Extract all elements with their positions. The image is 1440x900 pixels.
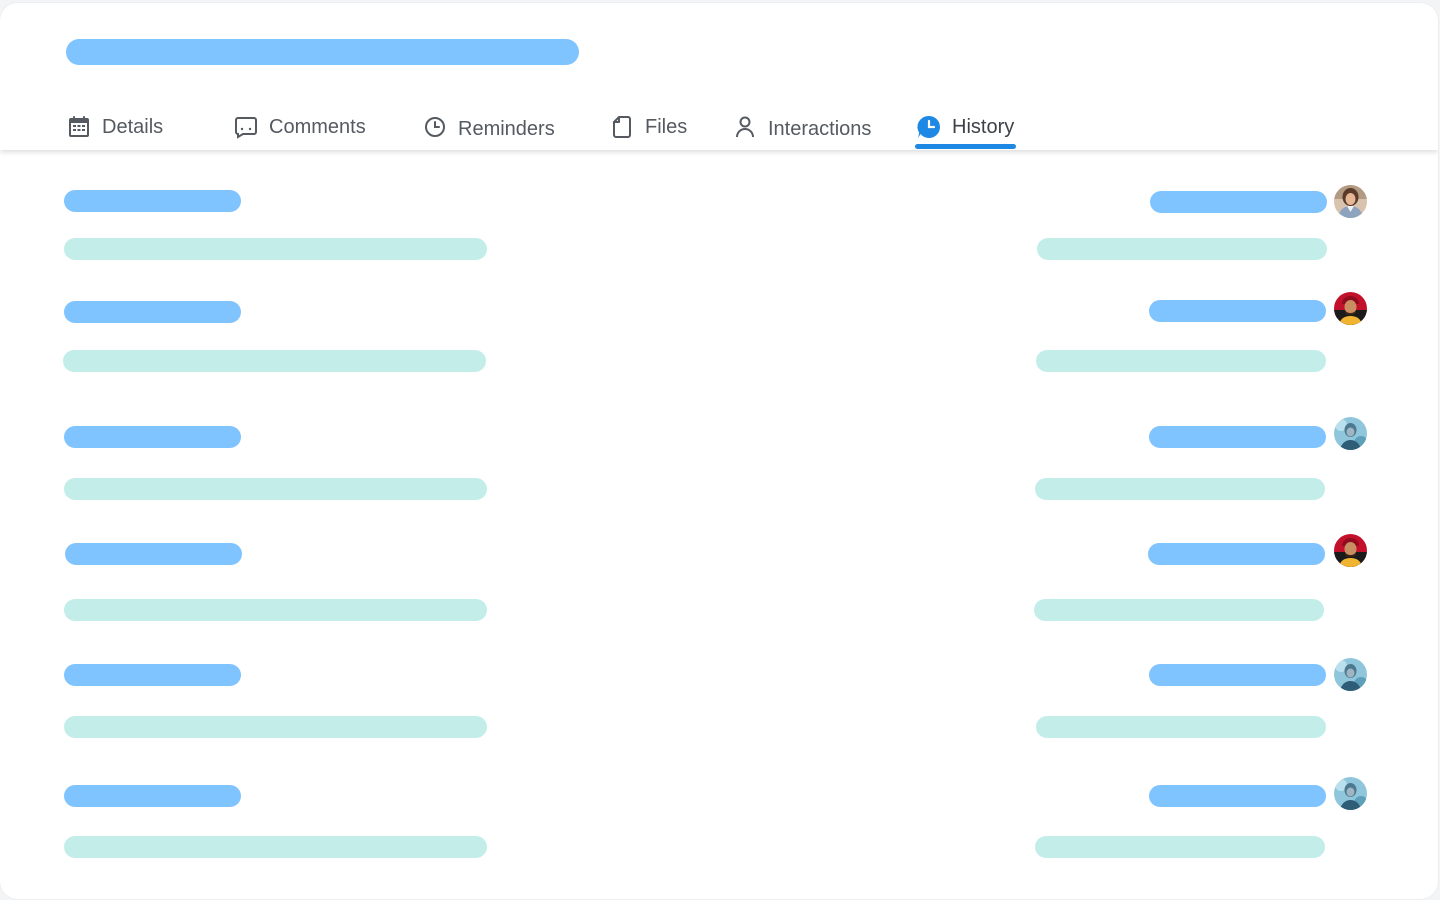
entry-date-placeholder: [1037, 238, 1327, 260]
tab-label: Comments: [269, 115, 366, 138]
entry-title-placeholder: [64, 190, 241, 212]
avatar-man-blue[interactable]: [1334, 417, 1367, 450]
entry-detail-placeholder: [64, 599, 487, 621]
entry-title-placeholder: [64, 785, 241, 807]
clock-icon: [422, 114, 448, 140]
tab-files[interactable]: Files: [609, 107, 687, 147]
entry-user-placeholder: [1149, 664, 1326, 686]
calendar-icon: [66, 114, 92, 140]
tab-label: Reminders: [458, 117, 555, 140]
avatar-man-blue[interactable]: [1334, 777, 1367, 810]
entry-detail-placeholder: [64, 478, 487, 500]
entry-detail-placeholder: [64, 238, 487, 260]
tab-label: Details: [102, 115, 164, 138]
entry-date-placeholder: [1036, 716, 1326, 738]
entry-detail-placeholder: [64, 716, 487, 738]
history-list: [0, 150, 1438, 899]
file-icon: [609, 114, 635, 140]
entry-user-placeholder: [1149, 785, 1326, 807]
tab-details[interactable]: Details: [66, 107, 163, 147]
tab-interactions[interactable]: Interactions: [732, 107, 871, 147]
entry-title-placeholder: [64, 301, 241, 323]
tab-reminders[interactable]: Reminders: [422, 107, 555, 147]
avatar-man-blue[interactable]: [1334, 658, 1367, 691]
avatar-man-red-cap[interactable]: [1334, 292, 1367, 325]
entry-title-placeholder: [64, 664, 241, 686]
tab-comments[interactable]: Comments: [233, 107, 366, 147]
entry-user-placeholder: [1149, 300, 1326, 322]
entry-date-placeholder: [1035, 836, 1325, 858]
entry-detail-placeholder: [64, 836, 487, 858]
person-icon: [732, 114, 758, 140]
panel-header: Details Comments Reminders Files Interac…: [0, 3, 1438, 150]
tab-label: Files: [645, 115, 688, 138]
entry-title-placeholder: [64, 426, 241, 448]
avatar-woman[interactable]: [1334, 185, 1367, 218]
history-icon: [916, 114, 942, 140]
entry-user-placeholder: [1150, 191, 1327, 213]
entry-user-placeholder: [1149, 426, 1326, 448]
avatar-man-red-cap[interactable]: [1334, 534, 1367, 567]
page-title-placeholder: [66, 39, 579, 65]
history-panel: Details Comments Reminders Files Interac…: [0, 3, 1438, 899]
active-tab-indicator: [915, 144, 1016, 149]
comment-icon: [233, 114, 259, 140]
entry-detail-placeholder: [63, 350, 486, 372]
entry-date-placeholder: [1035, 478, 1325, 500]
entry-date-placeholder: [1034, 599, 1324, 621]
entry-user-placeholder: [1148, 543, 1325, 565]
entry-title-placeholder: [65, 543, 242, 565]
tab-label: History: [952, 115, 1015, 138]
entry-date-placeholder: [1036, 350, 1326, 372]
tab-history[interactable]: History: [916, 107, 1014, 147]
tab-label: Interactions: [768, 117, 872, 140]
